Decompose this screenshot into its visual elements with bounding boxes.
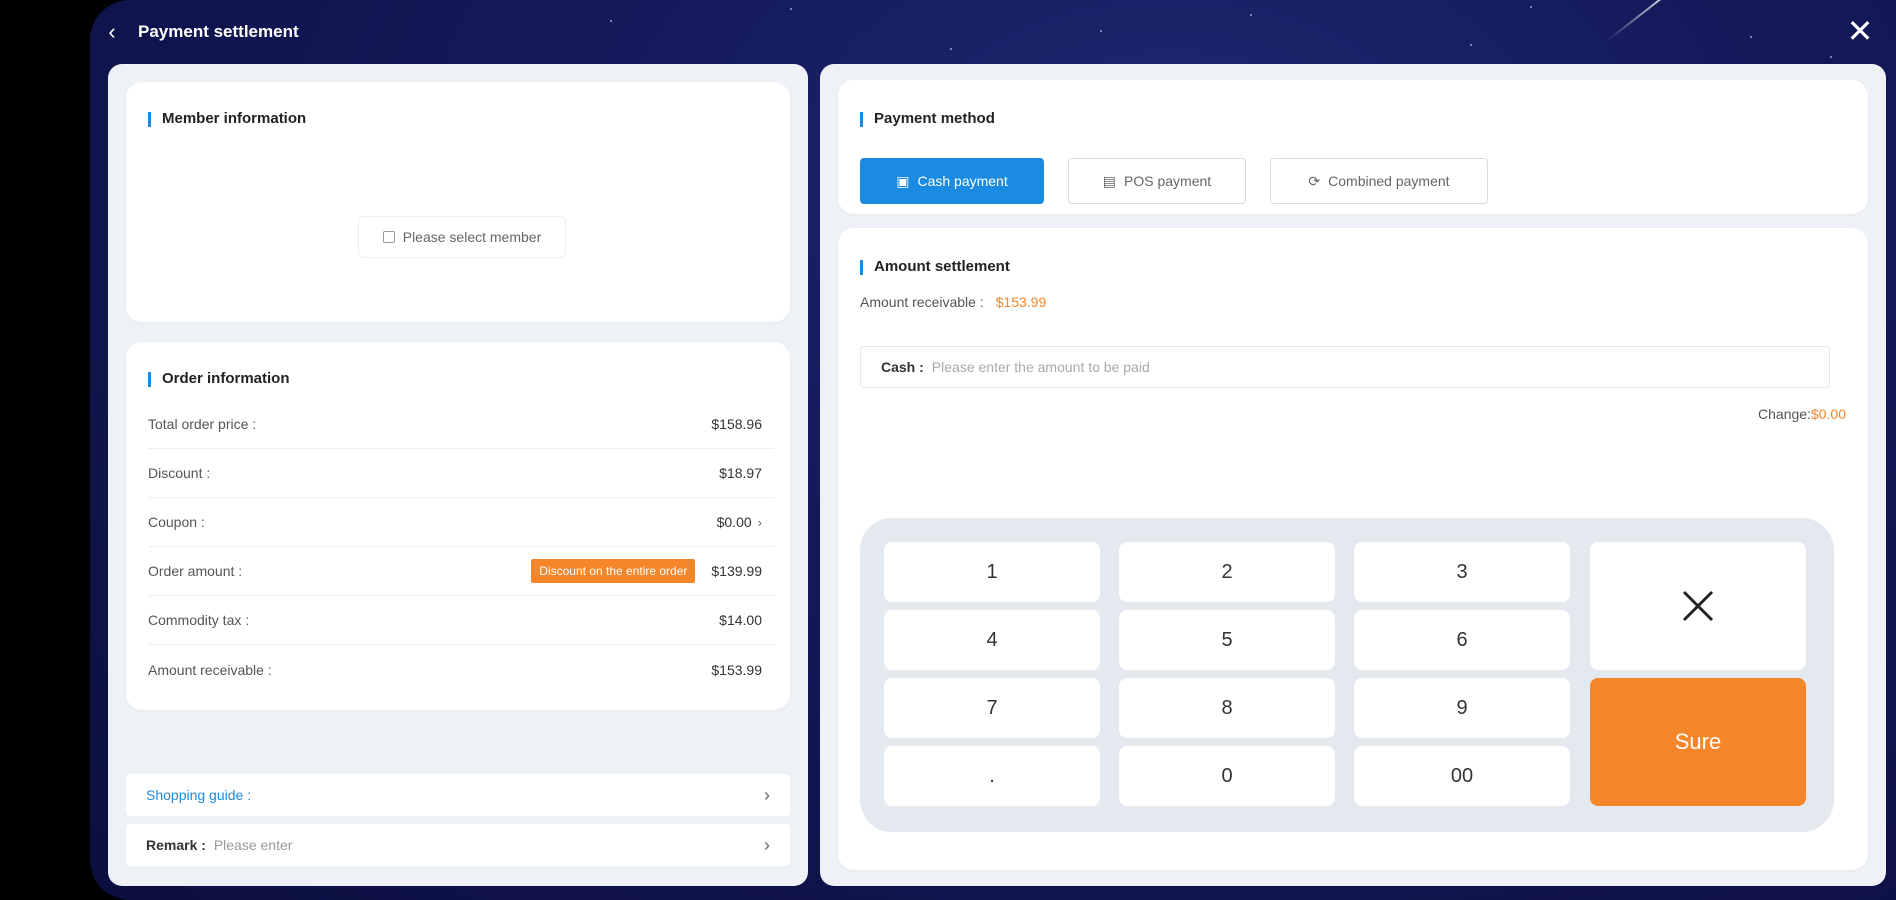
- order-rows: Total order price : $158.96 Discount : $…: [148, 400, 774, 694]
- change-display: Change:$0.00: [1758, 406, 1846, 422]
- shopping-guide-row[interactable]: Shopping guide : ›: [126, 774, 790, 816]
- order-row-value: $0.00: [716, 514, 752, 530]
- page-title: Payment settlement: [138, 22, 299, 41]
- key-dot[interactable]: .: [884, 746, 1100, 806]
- key-0[interactable]: 0: [1119, 746, 1335, 806]
- cash-field[interactable]: Cash :: [860, 346, 1830, 388]
- pos-icon: ▤: [1102, 172, 1117, 189]
- chevron-right-icon: ›: [764, 784, 770, 805]
- order-row-label: Coupon :: [148, 514, 205, 530]
- remark-label: Remark :: [146, 837, 206, 853]
- delete-x-icon: [1682, 590, 1714, 622]
- order-row-value: $153.99: [711, 661, 762, 678]
- member-section-title: Member information: [148, 110, 306, 127]
- key-2[interactable]: 2: [1119, 542, 1335, 602]
- remark-row[interactable]: Remark : Please enter ›: [126, 824, 790, 866]
- pos-payment-button[interactable]: ▤ POS payment: [1068, 158, 1246, 204]
- right-panel: Payment method ▣ Cash payment ▤ POS paym…: [820, 64, 1886, 886]
- receivable-label: Amount receivable :: [860, 294, 984, 310]
- cash-payment-label: Cash payment: [917, 173, 1008, 189]
- order-row-value: $139.99: [711, 563, 762, 579]
- chevron-right-icon: ›: [757, 514, 762, 530]
- key-7[interactable]: 7: [884, 678, 1100, 738]
- cash-payment-button[interactable]: ▣ Cash payment: [860, 158, 1044, 204]
- order-row-total: Total order price : $158.96: [148, 400, 774, 449]
- order-row-discount: Discount : $18.97: [148, 449, 774, 498]
- payment-method-title: Payment method: [860, 110, 995, 127]
- combined-icon: ⟳: [1308, 172, 1321, 189]
- order-card: Order information Total order price : $1…: [126, 342, 790, 710]
- key-3[interactable]: 3: [1354, 542, 1570, 602]
- order-row-tax: Commodity tax : $14.00: [148, 596, 774, 645]
- combined-payment-label: Combined payment: [1328, 173, 1450, 189]
- order-row-value: $158.96: [711, 416, 762, 432]
- order-row-receivable: Amount receivable : $153.99: [148, 645, 774, 694]
- amount-settlement-card: Amount settlement Amount receivable : $1…: [838, 228, 1868, 870]
- order-row-label: Discount :: [148, 465, 211, 481]
- select-member-button[interactable]: Please select member: [358, 216, 566, 258]
- key-9[interactable]: 9: [1354, 678, 1570, 738]
- payment-window: ‹ Payment settlement ✕ Member informatio…: [90, 0, 1896, 900]
- order-row-amount: Order amount : Discount on the entire or…: [148, 547, 774, 596]
- order-row-value: $18.97: [719, 465, 762, 481]
- amount-receivable: Amount receivable : $153.99: [860, 294, 1046, 310]
- pos-payment-label: POS payment: [1124, 173, 1212, 189]
- chevron-right-icon: ›: [764, 834, 770, 855]
- payment-method-card: Payment method ▣ Cash payment ▤ POS paym…: [838, 80, 1868, 214]
- key-8[interactable]: 8: [1119, 678, 1335, 738]
- cash-icon: ▣: [896, 172, 910, 189]
- key-00[interactable]: 00: [1354, 746, 1570, 806]
- title-bar: ‹ Payment settlement ✕: [90, 0, 1896, 62]
- change-value: $0.00: [1810, 406, 1846, 422]
- cash-label: Cash :: [881, 359, 924, 375]
- select-member-label: Please select member: [402, 229, 542, 245]
- key-4[interactable]: 4: [884, 610, 1100, 670]
- remark-placeholder: Please enter: [213, 837, 293, 853]
- discount-entire-order-button[interactable]: Discount on the entire order: [531, 559, 696, 583]
- receivable-value: $153.99: [995, 294, 1047, 310]
- key-1[interactable]: 1: [884, 542, 1100, 602]
- sure-button[interactable]: Sure: [1590, 678, 1806, 806]
- amount-settlement-title: Amount settlement: [860, 258, 1010, 275]
- combined-payment-button[interactable]: ⟳ Combined payment: [1270, 158, 1488, 204]
- key-5[interactable]: 5: [1119, 610, 1335, 670]
- member-card: Member information Please select member: [126, 82, 790, 322]
- order-row-label: Total order price :: [148, 416, 257, 432]
- shopping-guide-label: Shopping guide :: [146, 787, 252, 803]
- key-6[interactable]: 6: [1354, 610, 1570, 670]
- close-button[interactable]: ✕: [1842, 14, 1878, 50]
- cash-input[interactable]: [931, 359, 1809, 375]
- order-row-value: $14.00: [719, 612, 762, 628]
- back-button[interactable]: ‹: [100, 20, 124, 44]
- chevron-left-icon: ‹: [108, 19, 116, 44]
- close-icon: ✕: [1846, 13, 1874, 49]
- checkbox-icon: [382, 231, 395, 243]
- order-row-label: Commodity tax :: [148, 612, 250, 628]
- order-row-label: Amount receivable :: [148, 661, 272, 678]
- order-row-label: Order amount :: [148, 563, 243, 579]
- numeric-keypad: 1 2 3 4 5 6 7 8 9 . 0 00 Sure: [860, 518, 1834, 832]
- change-label: Change:: [1758, 406, 1811, 422]
- left-panel: Member information Please select member …: [108, 64, 808, 886]
- order-row-coupon[interactable]: Coupon : $0.00 ›: [148, 498, 774, 547]
- delete-key[interactable]: [1590, 542, 1806, 670]
- order-section-title: Order information: [148, 370, 290, 387]
